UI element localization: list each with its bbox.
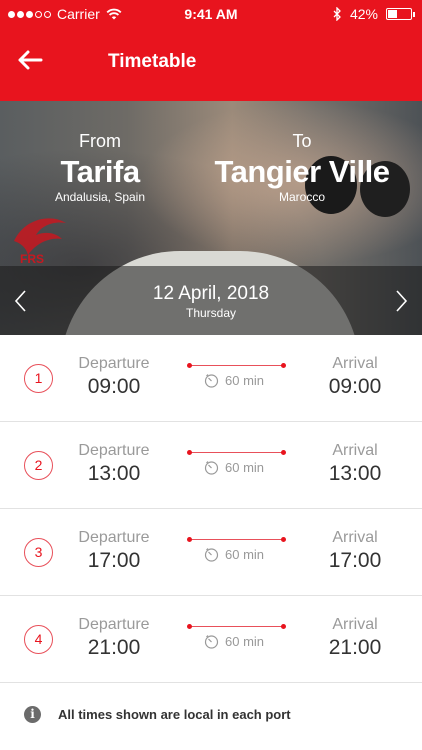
- arrow-left-icon: [18, 50, 43, 70]
- stopwatch-icon: [204, 461, 219, 475]
- route-line: [187, 537, 286, 542]
- date-selector: 12 April, 2018 Thursday: [0, 266, 422, 335]
- to-label: To: [292, 131, 312, 151]
- trip-row[interactable]: 3 Departure 17:00 60 min Arrival 17:00: [0, 509, 422, 596]
- arrival-time: 13:00: [328, 462, 382, 485]
- local-time-note: i All times shown are local in each port: [0, 696, 422, 736]
- departure-block: Departure 17:00: [64, 529, 164, 573]
- arrival-label: Arrival: [332, 529, 378, 546]
- bluetooth-icon: [333, 7, 341, 21]
- stopwatch-icon: [204, 374, 219, 388]
- page-title: Timetable: [108, 51, 197, 72]
- departure-block: Departure 21:00: [64, 616, 164, 660]
- departure-block: Departure 13:00: [64, 442, 164, 486]
- arrival-time: 09:00: [328, 375, 382, 398]
- duration-text: 60 min: [225, 634, 265, 649]
- duration: 60 min: [204, 634, 264, 649]
- arrival-label: Arrival: [332, 355, 378, 372]
- duration: 60 min: [204, 373, 264, 388]
- trip-number: 1: [24, 364, 53, 393]
- arrival-time: 17:00: [328, 549, 382, 572]
- departure-label: Departure: [78, 616, 150, 633]
- departure-time: 09:00: [87, 375, 141, 398]
- from-label: From: [79, 131, 121, 151]
- trip-row[interactable]: 1 Departure 09:00 60 min Arrival 09:00: [0, 335, 422, 422]
- arrival-block: Arrival 21:00: [305, 616, 405, 660]
- trip-row[interactable]: 4 Departure 21:00 60 min Arrival 21:00: [0, 596, 422, 683]
- duration-text: 60 min: [225, 460, 265, 475]
- selected-date: 12 April, 2018: [152, 283, 270, 304]
- selected-weekday: Thursday: [185, 306, 237, 320]
- timetable-list: 1 Departure 09:00 60 min Arrival 09:00 2…: [0, 335, 422, 683]
- route-line: [187, 624, 286, 629]
- trip-number: 3: [24, 538, 53, 567]
- arrival-label: Arrival: [332, 442, 378, 459]
- dolphin-logo-icon: FRS: [14, 218, 66, 266]
- origin-region: Andalusia, Spain: [54, 190, 146, 204]
- next-day-button[interactable]: [390, 288, 412, 314]
- trip-number: 4: [24, 625, 53, 654]
- arrival-block: Arrival 09:00: [305, 355, 405, 399]
- chevron-right-icon: [396, 290, 408, 312]
- duration: 60 min: [204, 460, 264, 475]
- duration-text: 60 min: [225, 547, 265, 562]
- departure-label: Departure: [78, 355, 150, 372]
- app-header: Timetable: [0, 30, 422, 101]
- departure-label: Departure: [78, 442, 150, 459]
- origin-block: From Tarifa Andalusia, Spain: [40, 131, 160, 204]
- route-line: [187, 363, 286, 368]
- destination-block: To Tangier Ville Marocco: [212, 131, 392, 204]
- departure-label: Departure: [78, 529, 150, 546]
- origin-city: Tarifa: [60, 154, 140, 189]
- arrival-block: Arrival 13:00: [305, 442, 405, 486]
- status-right: 42%: [333, 6, 415, 22]
- destination-city: Tangier Ville: [214, 154, 390, 189]
- trip-row[interactable]: 2 Departure 13:00 60 min Arrival 13:00: [0, 422, 422, 509]
- arrival-time: 21:00: [328, 636, 382, 659]
- departure-time: 13:00: [87, 462, 141, 485]
- destination-region: Marocco: [278, 190, 325, 204]
- status-bar: Carrier 9:41 AM 42%: [0, 0, 422, 30]
- arrival-label: Arrival: [332, 616, 378, 633]
- departure-time: 17:00: [87, 549, 141, 572]
- battery-icon: [386, 8, 415, 20]
- top-bar: Carrier 9:41 AM 42% Timetable: [0, 0, 422, 101]
- duration-text: 60 min: [225, 373, 265, 388]
- arrival-block: Arrival 17:00: [305, 529, 405, 573]
- departure-block: Departure 09:00: [64, 355, 164, 399]
- svg-text:FRS: FRS: [20, 252, 44, 266]
- battery-fill: [388, 10, 397, 18]
- trip-number: 2: [24, 451, 53, 480]
- duration: 60 min: [204, 547, 264, 562]
- route-hero: FRS From Tarifa Andalusia, Spain To Tang…: [0, 101, 422, 335]
- stopwatch-icon: [204, 635, 219, 649]
- battery-percent: 42%: [349, 6, 378, 22]
- info-icon: i: [24, 706, 41, 723]
- note-text: All times shown are local in each port: [58, 707, 291, 722]
- route-line: [187, 450, 286, 455]
- stopwatch-icon: [204, 548, 219, 562]
- departure-time: 21:00: [87, 636, 141, 659]
- back-button[interactable]: [14, 44, 46, 76]
